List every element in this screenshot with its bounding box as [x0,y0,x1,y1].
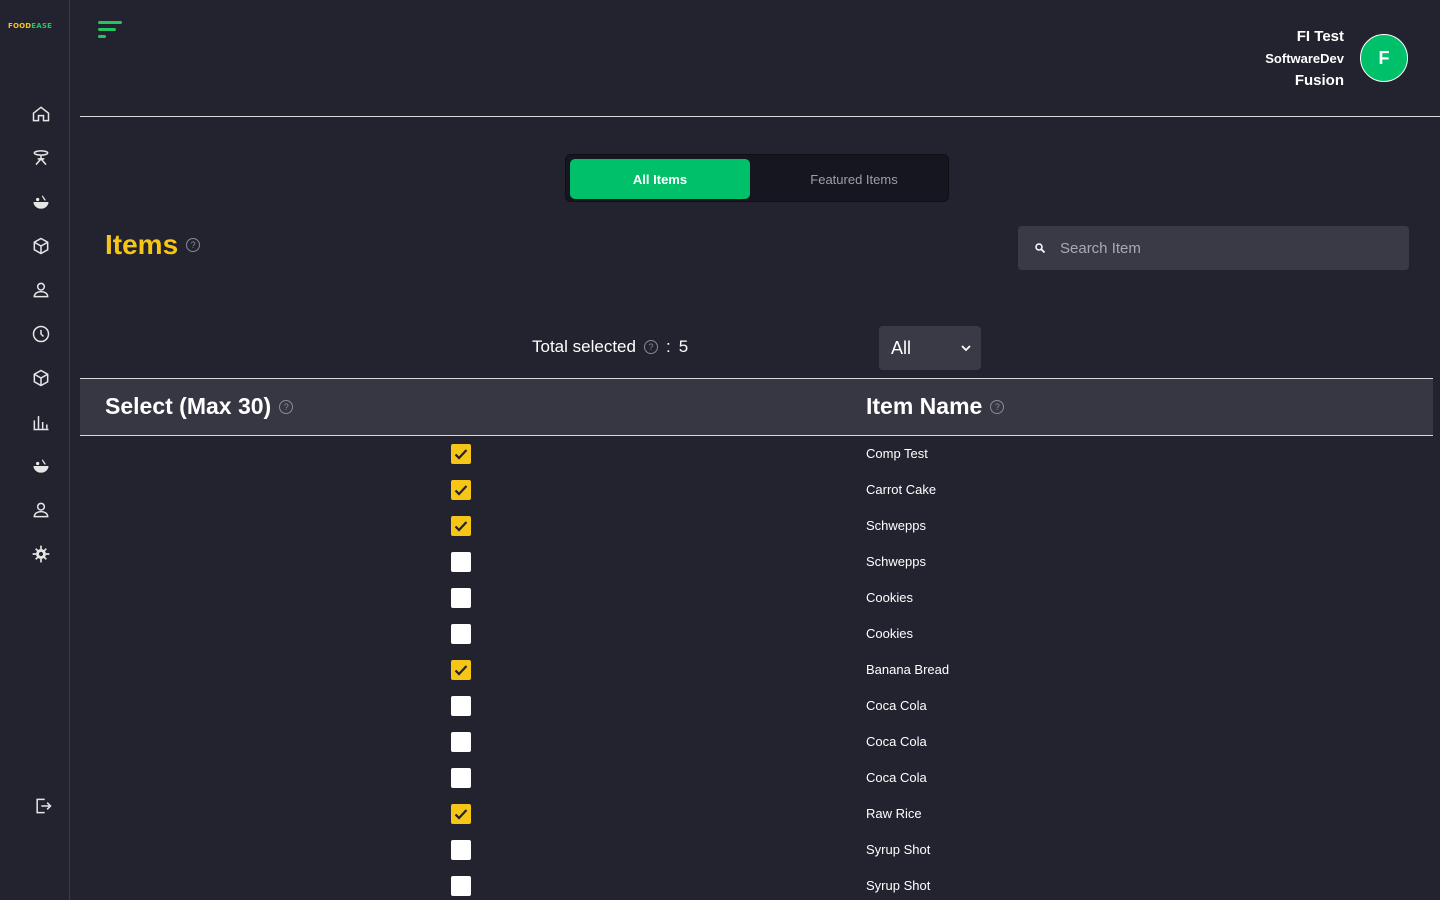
row-checkbox[interactable] [451,804,471,824]
row-checkbox[interactable] [451,588,471,608]
check-icon [454,521,468,532]
table-row: Comp Test [80,436,1433,472]
item-name: Syrup Shot [866,842,931,857]
table-row: Syrup Shot [80,832,1433,868]
search-box [1018,226,1409,270]
user-name: FI Test [1296,28,1344,45]
filter-select[interactable]: All [879,326,981,370]
table-row: Schwepps [80,508,1433,544]
column-name-label: Item Name [866,393,983,419]
table-row: Raw Rice [80,796,1433,832]
avatar[interactable]: F [1360,34,1408,82]
column-select-label: Select (Max 30) [105,393,272,419]
column-header-select: Select (Max 30) ? [105,393,294,420]
chart-icon[interactable] [30,411,52,433]
table-row: Banana Bread [80,652,1433,688]
item-name: Schwepps [866,518,926,533]
table-header: Select (Max 30) ? Item Name ? [80,378,1433,436]
row-checkbox[interactable] [451,840,471,860]
table-row: Coca Cola [80,724,1433,760]
user-alt-icon[interactable] [30,499,52,521]
header-divider [80,116,1440,117]
food-alt-icon[interactable] [30,455,52,477]
user-company: SoftwareDev [1265,51,1344,66]
box-icon[interactable] [30,235,52,257]
page-title-wrap: Items ? [105,229,201,261]
table-row: Cookies [80,580,1433,616]
help-icon[interactable]: ? [279,399,294,414]
row-checkbox[interactable] [451,732,471,752]
item-name: Banana Bread [866,662,950,677]
row-checkbox[interactable] [451,768,471,788]
help-icon[interactable]: ? [643,340,658,354]
table-row: Cookies [80,616,1433,652]
filter-selected-value: All [891,337,912,358]
total-selected: Total selected ? : 5 [532,337,688,357]
item-name: Cookies [866,590,913,605]
row-checkbox[interactable] [451,876,471,896]
search-icon [1035,243,1046,254]
package-icon[interactable] [30,367,52,389]
tab-featured-items[interactable]: Featured Items [764,159,944,199]
check-icon [454,809,468,820]
user-role: Fusion [1294,72,1344,89]
row-checkbox[interactable] [451,552,471,572]
chevron-down-icon [961,345,971,352]
table-row: Syrup Shot [80,868,1433,900]
total-selected-count: 5 [678,337,689,356]
item-name: Raw Rice [866,806,922,821]
food-icon[interactable] [30,191,52,213]
row-checkbox[interactable] [451,660,471,680]
item-name: Cookies [866,626,913,641]
column-header-name: Item Name ? [866,393,1005,420]
user-info: FI Test SoftwareDev Fusion [1265,26,1344,92]
clock-icon[interactable] [30,323,52,345]
item-name: Syrup Shot [866,878,931,893]
item-name: Comp Test [866,446,928,461]
logo-part-ease: EASE [31,22,53,30]
item-name: Schwepps [866,554,926,569]
table-row: Coca Cola [80,760,1433,796]
check-icon [454,485,468,496]
table-icon[interactable] [30,147,52,169]
item-name: Coca Cola [866,770,927,785]
table-row: Schwepps [80,544,1433,580]
brand-logo[interactable]: FOODEASE [8,22,52,30]
table-row: Carrot Cake [80,472,1433,508]
home-icon[interactable] [30,103,52,125]
row-checkbox[interactable] [451,516,471,536]
item-name: Coca Cola [866,734,927,749]
row-checkbox[interactable] [451,444,471,464]
menu-toggle-icon[interactable] [98,20,124,42]
search-input[interactable] [1060,239,1380,257]
gear-icon[interactable] [30,543,52,565]
logout-icon[interactable] [32,795,54,817]
row-checkbox[interactable] [451,696,471,716]
item-name: Carrot Cake [866,482,937,497]
item-name: Coca Cola [866,698,927,713]
page-title: Items [105,229,179,260]
check-icon [454,449,468,460]
sidebar: FOODEASE [0,0,70,900]
user-icon[interactable] [30,279,52,301]
row-checkbox[interactable] [451,624,471,644]
total-selected-separator: : [665,337,671,356]
tab-all-items[interactable]: All Items [570,159,750,199]
help-icon[interactable]: ? [990,399,1005,414]
row-checkbox[interactable] [451,480,471,500]
table-row: Coca Cola [80,688,1433,724]
help-icon[interactable]: ? [186,238,201,252]
total-selected-label: Total selected [532,337,636,356]
logo-part-food: FOOD [8,22,32,30]
check-icon [454,665,468,676]
item-tabs: All Items Featured Items [565,154,949,202]
